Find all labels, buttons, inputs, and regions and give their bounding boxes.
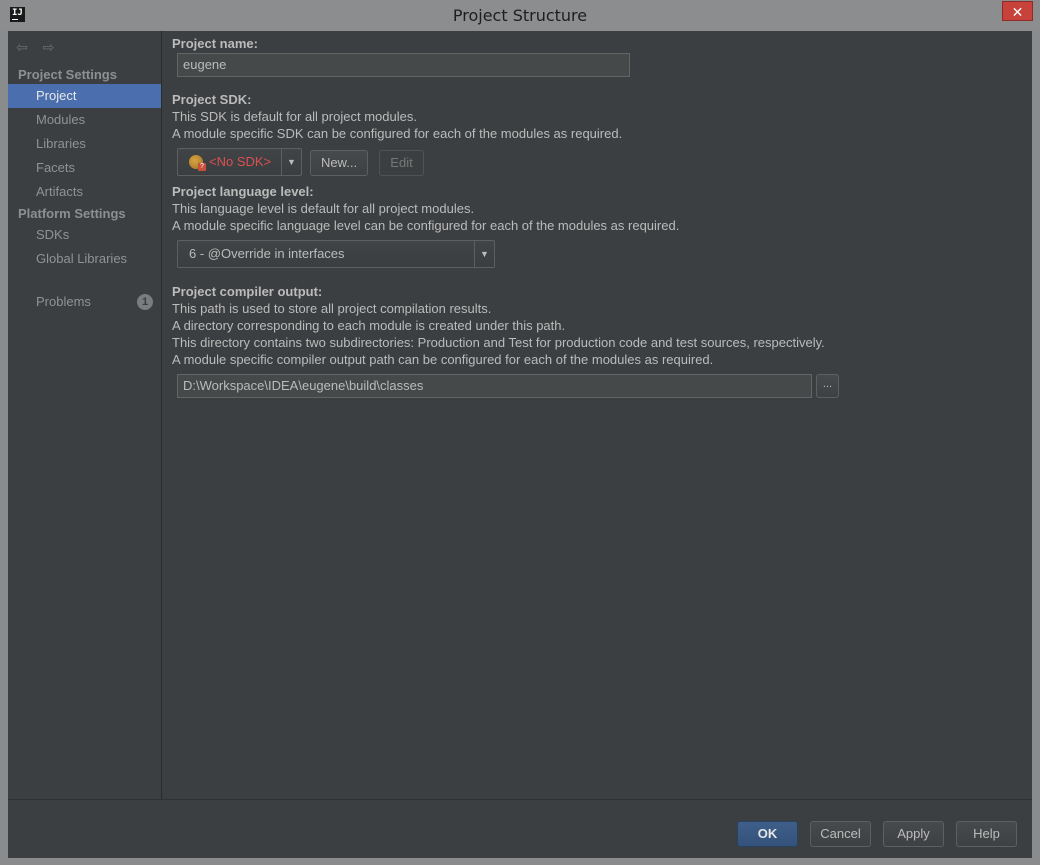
project-name-input[interactable]: eugene: [177, 53, 630, 77]
sidebar-item-project[interactable]: Project: [8, 84, 161, 108]
cancel-button[interactable]: Cancel: [810, 821, 871, 847]
language-level-description-2: A module specific language level can be …: [172, 218, 680, 233]
title-bar[interactable]: IJ Project Structure ✕: [0, 0, 1040, 31]
sidebar-item-libraries[interactable]: Libraries: [8, 132, 161, 156]
project-settings-heading: Project Settings: [18, 67, 117, 82]
new-sdk-button[interactable]: New...: [310, 150, 368, 176]
sidebar-item-facets[interactable]: Facets: [8, 156, 161, 180]
language-level-value: 6 - @Override in interfaces: [189, 246, 345, 261]
compiler-output-description-4: A module specific compiler output path c…: [172, 352, 714, 367]
compiler-output-path-input[interactable]: D:\Workspace\IDEA\eugene\build\classes: [177, 374, 812, 398]
language-level-description-1: This language level is default for all p…: [172, 201, 475, 216]
chevron-down-icon[interactable]: ▼: [281, 149, 301, 175]
back-arrow-icon[interactable]: ⇦: [16, 40, 30, 54]
sdk-warning-icon: [189, 155, 206, 171]
sidebar-item-sdks[interactable]: SDKs: [8, 223, 161, 247]
platform-settings-heading: Platform Settings: [18, 206, 126, 221]
dialog-body: ⇦ ⇨ Project Settings Project Modules Lib…: [8, 31, 1032, 858]
nav-arrows: ⇦ ⇨: [16, 40, 66, 54]
compiler-output-description-2: A directory corresponding to each module…: [172, 318, 566, 333]
problems-label: Problems: [36, 294, 91, 309]
sidebar: ⇦ ⇨ Project Settings Project Modules Lib…: [8, 31, 162, 799]
forward-arrow-icon[interactable]: ⇨: [43, 40, 57, 54]
edit-sdk-button[interactable]: Edit: [379, 150, 424, 176]
project-name-label: Project name:: [172, 36, 258, 51]
project-sdk-description-2: A module specific SDK can be configured …: [172, 126, 623, 141]
language-level-dropdown[interactable]: 6 - @Override in interfaces ▼: [177, 240, 495, 268]
compiler-output-description-1: This path is used to store all project c…: [172, 301, 492, 316]
project-sdk-label: Project SDK:: [172, 92, 252, 107]
compiler-output-label: Project compiler output:: [172, 284, 323, 299]
project-sdk-description-1: This SDK is default for all project modu…: [172, 109, 417, 124]
sidebar-item-modules[interactable]: Modules: [8, 108, 161, 132]
project-sdk-dropdown[interactable]: <No SDK> ▼: [177, 148, 302, 176]
sidebar-item-global-libraries[interactable]: Global Libraries: [8, 247, 161, 271]
compiler-output-description-3: This directory contains two subdirectori…: [172, 335, 825, 350]
dialog-footer: OK Cancel Apply Help: [8, 799, 1032, 858]
sidebar-item-problems[interactable]: Problems 1: [8, 290, 161, 314]
chevron-down-icon[interactable]: ▼: [474, 241, 494, 267]
apply-button[interactable]: Apply: [883, 821, 944, 847]
sidebar-item-artifacts[interactable]: Artifacts: [8, 180, 161, 204]
project-sdk-value: <No SDK>: [209, 154, 272, 169]
window-title: Project Structure: [452, 6, 588, 25]
project-language-level-label: Project language level:: [172, 184, 314, 199]
help-button[interactable]: Help: [956, 821, 1017, 847]
close-button[interactable]: ✕: [1002, 1, 1033, 21]
browse-button[interactable]: ...: [816, 374, 839, 398]
project-structure-dialog: IJ Project Structure ✕ ⇦ ⇨ Project Setti…: [0, 0, 1040, 865]
problems-count-badge: 1: [137, 294, 153, 310]
project-settings-panel: Project name: eugene Project SDK: This S…: [172, 31, 1032, 799]
ok-button[interactable]: OK: [737, 821, 798, 847]
